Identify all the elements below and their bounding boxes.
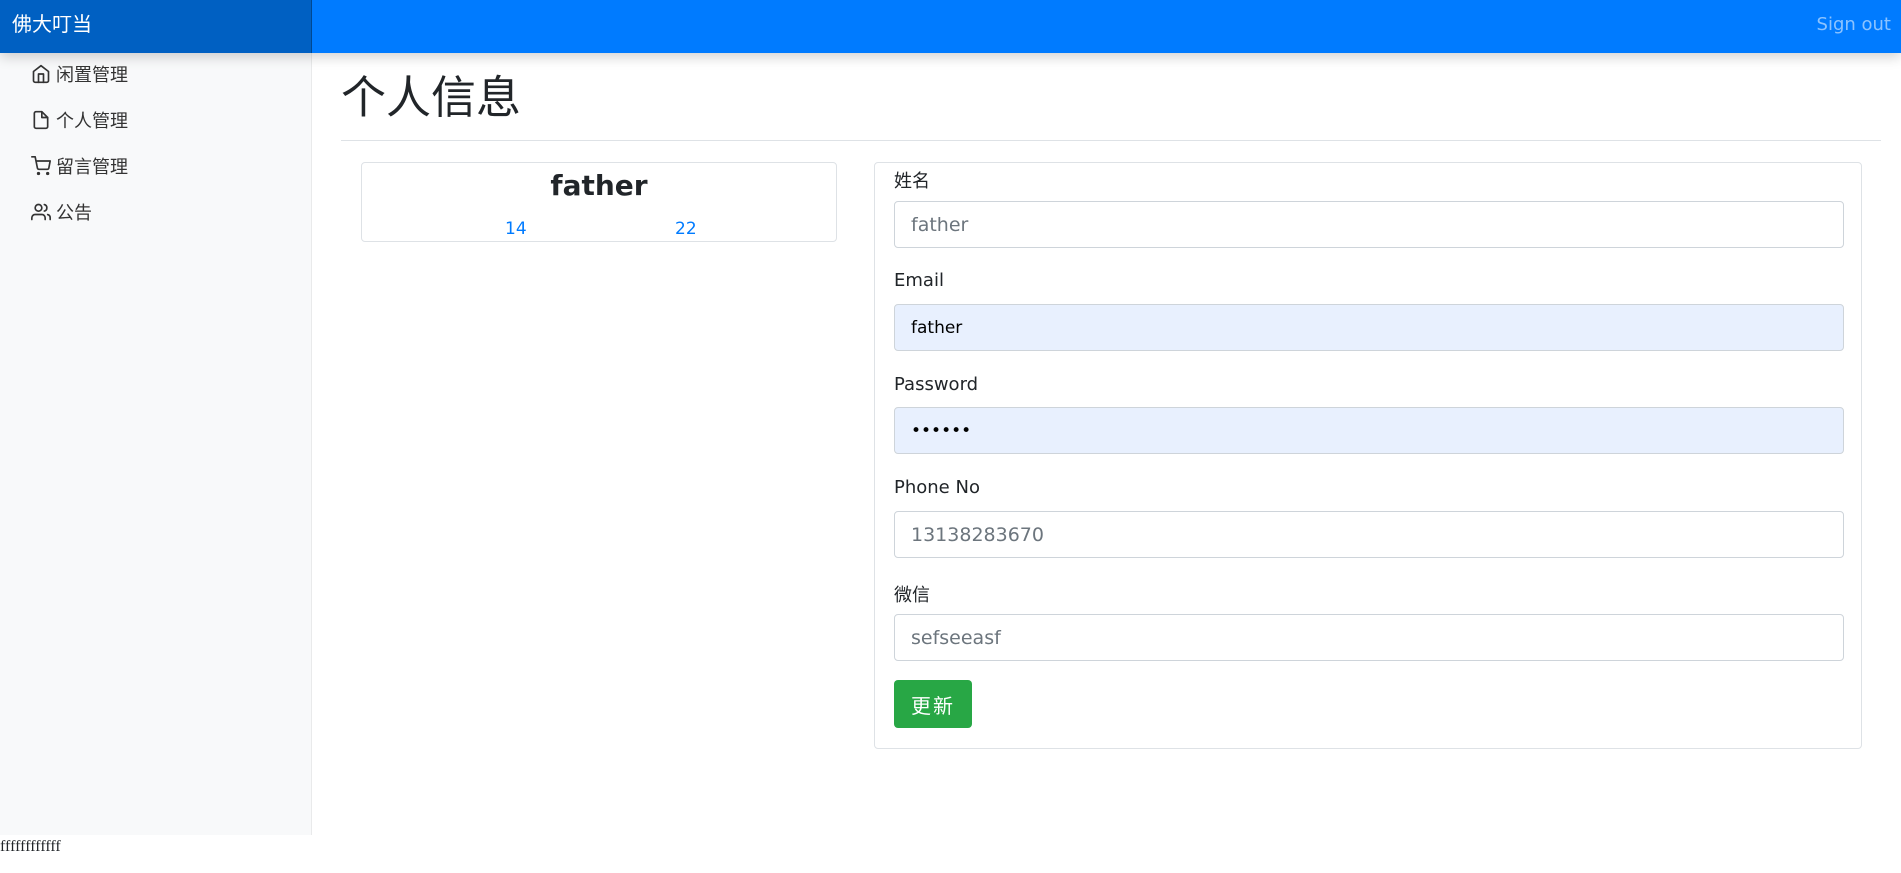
sidebar-item-idle-management[interactable]: 闲置管理 — [30, 59, 128, 89]
email-label: Email — [894, 270, 944, 291]
page-title: 个人信息 — [341, 71, 522, 124]
home-icon — [30, 63, 52, 85]
shopping-cart-icon — [30, 155, 52, 177]
name-label: 姓名 — [894, 171, 930, 192]
brand-logo[interactable]: 佛大叮当 — [0, 0, 312, 53]
sidebar-item-personal-management[interactable]: 个人管理 — [30, 105, 128, 135]
title-divider — [341, 140, 1881, 141]
profile-form: 姓名 Email Password Phone No 微信 更新 — [874, 162, 1862, 749]
profile-stat-right[interactable]: 22 — [675, 219, 697, 239]
file-icon — [30, 109, 52, 131]
sidebar-item-label: 留言管理 — [56, 157, 128, 178]
password-label: Password — [894, 374, 979, 395]
profile-stat-left[interactable]: 14 — [505, 219, 527, 239]
wechat-label: 微信 — [894, 585, 930, 606]
footer-text: ffffffffffff — [0, 838, 61, 855]
phone-label: Phone No — [894, 477, 980, 498]
sign-out-link[interactable]: Sign out — [1817, 0, 1891, 49]
users-icon — [30, 201, 52, 223]
sidebar-item-announcements[interactable]: 公告 — [30, 197, 92, 227]
sidebar-item-label: 个人管理 — [56, 111, 128, 132]
name-field[interactable] — [894, 201, 1844, 248]
wechat-field[interactable] — [894, 614, 1844, 661]
profile-name: father — [550, 169, 648, 202]
sidebar: 闲置管理 个人管理 留言管理 公告 — [0, 53, 312, 835]
sidebar-item-label: 闲置管理 — [56, 65, 128, 86]
top-navbar: 佛大叮当 Sign out — [0, 0, 1901, 53]
sidebar-item-label: 公告 — [56, 203, 92, 224]
email-field[interactable] — [894, 304, 1844, 351]
update-button[interactable]: 更新 — [894, 680, 972, 728]
password-field[interactable] — [894, 407, 1844, 454]
phone-field[interactable] — [894, 511, 1844, 558]
sidebar-item-message-management[interactable]: 留言管理 — [30, 151, 128, 181]
profile-card: father 14 22 — [361, 162, 837, 242]
